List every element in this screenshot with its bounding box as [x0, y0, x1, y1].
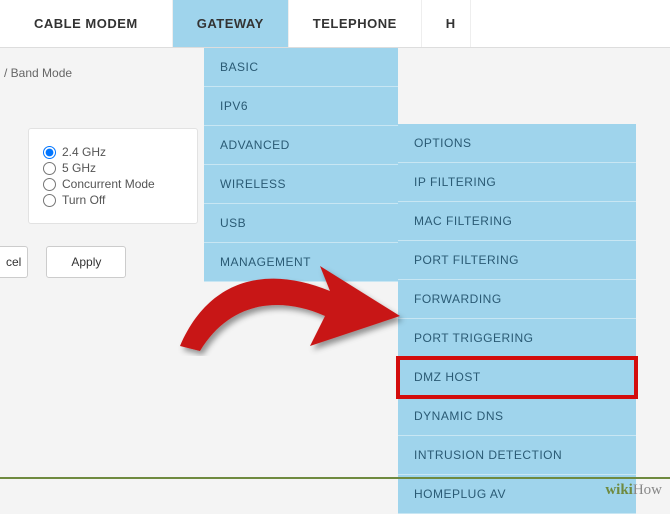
menu-options[interactable]: OPTIONS [398, 124, 636, 163]
advanced-submenu: OPTIONS IP FILTERING MAC FILTERING PORT … [398, 124, 636, 514]
menu-advanced[interactable]: ADVANCED [204, 126, 398, 165]
band-concurrent[interactable]: Concurrent Mode [43, 177, 183, 191]
radio-concurrent[interactable] [43, 178, 56, 191]
band-label: Concurrent Mode [62, 177, 155, 191]
footer-divider [0, 477, 670, 479]
band-24ghz[interactable]: 2.4 GHz [43, 145, 183, 159]
nav-gateway[interactable]: GATEWAY [173, 0, 289, 47]
band-label: 5 GHz [62, 161, 96, 175]
menu-intrusion-detection[interactable]: INTRUSION DETECTION [398, 436, 636, 475]
radio-5ghz[interactable] [43, 162, 56, 175]
menu-port-filtering[interactable]: PORT FILTERING [398, 241, 636, 280]
menu-dmz-host[interactable]: DMZ HOST [398, 358, 636, 397]
nav-telephone[interactable]: TELEPHONE [289, 0, 422, 47]
band-5ghz[interactable]: 5 GHz [43, 161, 183, 175]
radio-24ghz[interactable] [43, 146, 56, 159]
menu-port-triggering[interactable]: PORT TRIGGERING [398, 319, 636, 358]
menu-ipv6[interactable]: IPV6 [204, 87, 398, 126]
band-off[interactable]: Turn Off [43, 193, 183, 207]
menu-ip-filtering[interactable]: IP FILTERING [398, 163, 636, 202]
cancel-button[interactable]: cel [0, 246, 28, 278]
radio-off[interactable] [43, 194, 56, 207]
band-label: 2.4 GHz [62, 145, 106, 159]
menu-mac-filtering[interactable]: MAC FILTERING [398, 202, 636, 241]
watermark-prefix: wiki [605, 482, 633, 498]
menu-wireless[interactable]: WIRELESS [204, 165, 398, 204]
band-label: Turn Off [62, 193, 105, 207]
apply-button[interactable]: Apply [46, 246, 126, 278]
nav-more[interactable]: H [422, 0, 471, 47]
watermark-suffix: How [633, 482, 662, 498]
menu-forwarding[interactable]: FORWARDING [398, 280, 636, 319]
menu-dynamic-dns[interactable]: DYNAMIC DNS [398, 397, 636, 436]
wikihow-watermark: wikiHow [605, 482, 662, 499]
menu-homeplug-av[interactable]: HOMEPLUG AV [398, 475, 636, 514]
top-nav: CABLE MODEM GATEWAY TELEPHONE H [0, 0, 670, 48]
arrow-icon [170, 236, 410, 356]
band-mode-panel: 2.4 GHz 5 GHz Concurrent Mode Turn Off [28, 128, 198, 224]
nav-cable-modem[interactable]: CABLE MODEM [0, 0, 173, 47]
menu-basic[interactable]: BASIC [204, 48, 398, 87]
